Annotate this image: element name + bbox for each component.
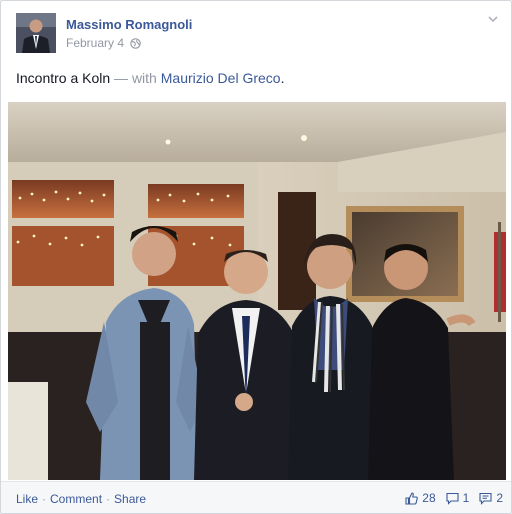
post-card: Massimo Romagnoli February 4 Incontro a … xyxy=(0,0,512,514)
like-link[interactable]: Like xyxy=(16,492,38,506)
post-meta: Massimo Romagnoli February 4 xyxy=(66,13,192,55)
shares-count[interactable]: 2 xyxy=(479,491,503,505)
post-date[interactable]: February 4 xyxy=(66,36,124,50)
author-name[interactable]: Massimo Romagnoli xyxy=(66,17,192,33)
post-text-with: — with xyxy=(110,70,161,86)
post-text: Incontro a Koln — with Maurizio Del Grec… xyxy=(16,69,284,87)
tagged-user-link[interactable]: Maurizio Del Greco xyxy=(161,70,281,86)
globe-icon[interactable] xyxy=(130,37,141,49)
post-text-main: Incontro a Koln xyxy=(16,70,111,86)
comment-bubble-icon xyxy=(446,492,459,505)
post-header: Massimo Romagnoli February 4 xyxy=(16,13,192,55)
share-link[interactable]: Share xyxy=(114,492,146,506)
likes-count[interactable]: 28 xyxy=(405,491,436,505)
shares-count-value: 2 xyxy=(496,491,503,505)
action-separator: · xyxy=(106,492,111,506)
share-icon xyxy=(479,492,492,505)
post-photo[interactable] xyxy=(8,102,506,480)
post-footer: Like · Comment · Share 28 1 2 xyxy=(1,481,511,513)
comments-count[interactable]: 1 xyxy=(446,491,470,505)
post-text-end: . xyxy=(280,70,285,86)
chevron-down-icon[interactable] xyxy=(487,13,499,25)
comment-link[interactable]: Comment xyxy=(50,492,102,506)
comments-count-value: 1 xyxy=(462,491,470,505)
post-actions: Like · Comment · Share xyxy=(16,492,146,506)
author-avatar[interactable] xyxy=(16,13,56,53)
post-counts: 28 1 2 xyxy=(395,491,503,505)
post-subline: February 4 xyxy=(66,36,192,50)
likes-count-value: 28 xyxy=(422,491,436,505)
thumbs-up-icon xyxy=(405,491,419,505)
action-separator: · xyxy=(42,492,47,506)
